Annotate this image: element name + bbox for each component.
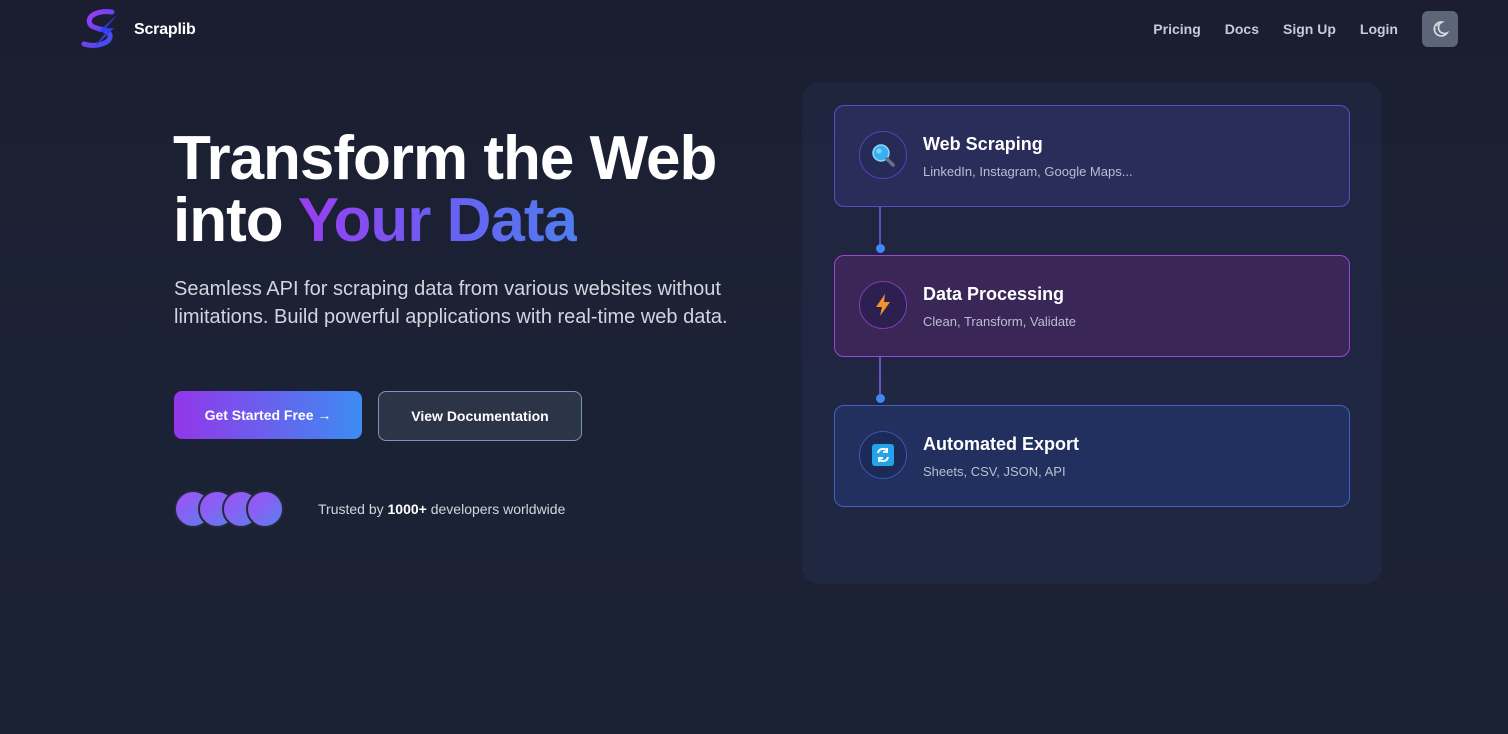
card-title: Data Processing [923,284,1065,304]
view-documentation-label: View Documentation [411,408,549,424]
get-started-label: Get Started Free → [204,407,332,423]
top-navbar: Scraplib Pricing Docs Sign Up Login [0,0,1508,60]
trusted-count: 1000+ [387,501,427,517]
trusted-by-text: Trusted by 1000+ developers worldwide [318,500,565,518]
hero-title-prefix: into [173,186,284,255]
pipeline-connector [879,207,881,248]
trusted-suffix: developers worldwide [430,501,566,517]
hero-title-line1: Transform the Web [173,124,717,193]
get-started-button[interactable]: Get Started Free → [174,391,362,439]
main-nav: Pricing Docs Sign Up Login [1153,11,1458,47]
card-title: Web Scraping [923,134,1043,154]
nav-pricing-link[interactable]: Pricing [1153,11,1200,47]
card-title: Automated Export [923,434,1080,454]
card-description: Clean, Transform, Validate [923,314,1076,329]
nav-login-link[interactable]: Login [1360,11,1398,47]
hero-title-highlight: Your Data [297,186,578,255]
avatar-group [174,490,294,528]
pipeline-connector [879,357,881,398]
pipeline-card-automated-export: Automated Export Sheets, CSV, JSON, API [834,405,1350,507]
card-description: Sheets, CSV, JSON, API [923,464,1066,479]
trusted-prefix: Trusted by [318,501,384,517]
hero-subtitle: Seamless API for scraping data from vari… [174,278,728,328]
magnifying-glass-icon [859,131,907,179]
brand-logo-link[interactable]: Scraplib [78,8,196,52]
brand-name: Scraplib [134,21,196,38]
moon-stars-icon [1433,21,1450,37]
nav-signup-link[interactable]: Sign Up [1283,11,1336,47]
scraplib-logo-icon [81,9,118,50]
hero-title: Transform the Web into Your Data [173,128,717,255]
pipeline-card-data-processing: Data Processing Clean, Transform, Valida… [834,255,1350,357]
pipeline-card-web-scraping: Web Scraping LinkedIn, Instagram, Google… [834,105,1350,207]
pipeline-connector-dot [875,393,885,403]
card-description: LinkedIn, Instagram, Google Maps... [923,164,1133,179]
nav-docs-link[interactable]: Docs [1225,11,1259,47]
pipeline-connector-dot [875,243,885,253]
theme-toggle-button[interactable] [1422,11,1458,47]
lightning-icon [859,281,907,329]
view-documentation-button[interactable]: View Documentation [378,391,582,441]
refresh-icon [859,431,907,479]
avatar [246,490,284,528]
